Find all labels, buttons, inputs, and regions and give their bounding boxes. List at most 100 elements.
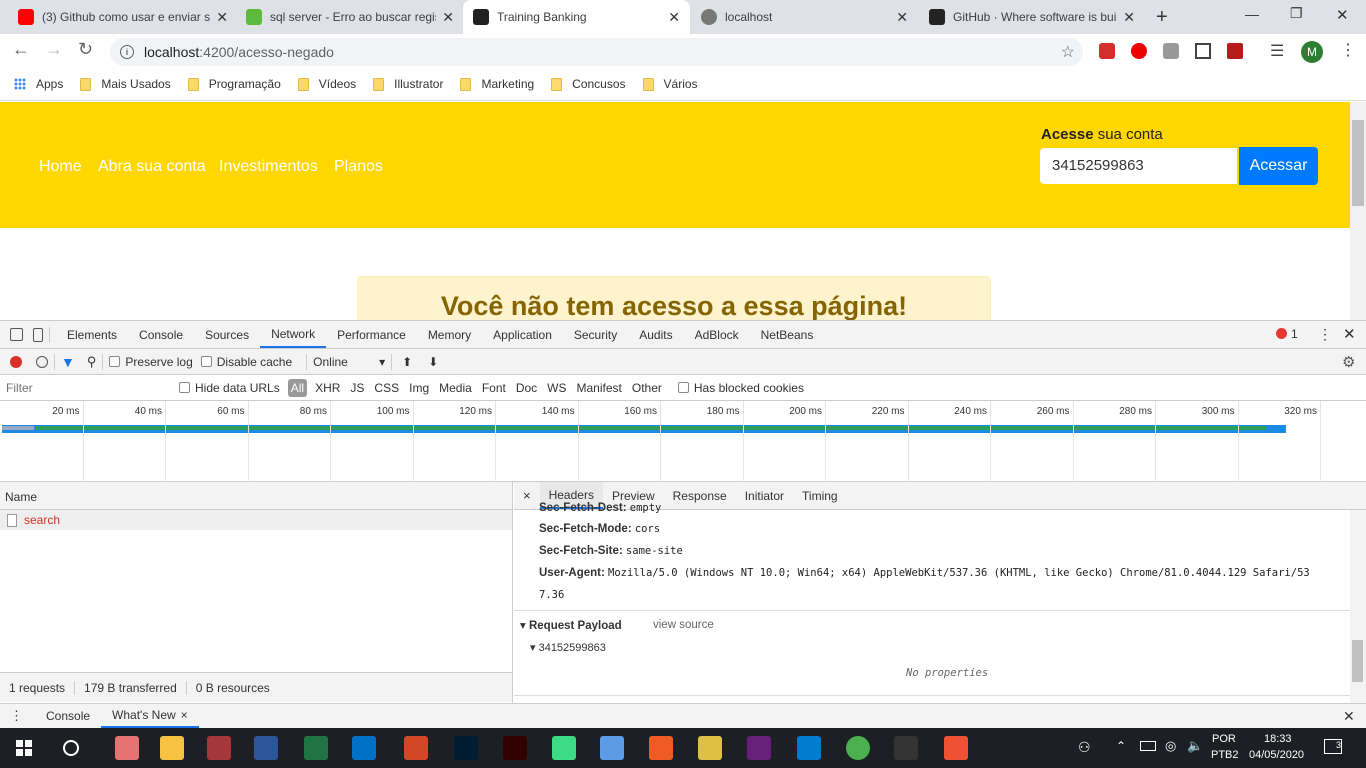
payload-tree-item[interactable]: ▾ 34152599863 (530, 641, 606, 654)
close-detail-icon[interactable]: × (514, 488, 540, 503)
network-timeline[interactable]: 20 ms 40 ms 60 ms 80 ms 100 ms 120 ms 140 ms 16… (0, 401, 1366, 482)
filter-type-xhr[interactable]: XHR (315, 381, 340, 395)
terminal-icon[interactable] (894, 736, 918, 760)
bookmark-folder[interactable]: Mais Usados (80, 77, 171, 91)
maximize-button[interactable]: ❐ (1290, 5, 1303, 22)
filter-type-manifest[interactable]: Manifest (577, 381, 622, 395)
devtools-tab-sources[interactable]: Sources (194, 321, 260, 348)
browser-tab[interactable]: (3) Github como usar e enviar s ✕ (8, 0, 238, 34)
bookmark-folder[interactable]: Programação (187, 77, 281, 91)
vscode-icon[interactable] (797, 736, 821, 760)
back-icon[interactable]: ← (12, 39, 30, 60)
devtools-tab-adblock[interactable]: AdBlock (684, 321, 750, 348)
filter-type-other[interactable]: Other (632, 381, 662, 395)
nav-abra-sua-conta[interactable]: Abra sua conta (98, 158, 206, 176)
filter-type-media[interactable]: Media (439, 381, 472, 395)
bookmark-folder[interactable]: Marketing (460, 77, 534, 91)
close-tab-icon[interactable]: ✕ (668, 9, 680, 26)
photoshop-icon[interactable] (454, 736, 478, 760)
close-tab-icon[interactable]: ✕ (216, 9, 228, 26)
import-har-icon[interactable]: ⬆ (402, 355, 412, 369)
browser-tab[interactable]: Training Banking ✕ (463, 0, 690, 34)
devtools-tab-audits[interactable]: Audits (628, 321, 683, 348)
close-tab-icon[interactable]: ✕ (896, 9, 908, 26)
device-toggle-icon[interactable] (33, 327, 43, 342)
access-icon[interactable] (207, 736, 231, 760)
language-indicator[interactable]: POR (1212, 733, 1236, 745)
devtools-menu-icon[interactable]: ⋮ (1318, 326, 1332, 343)
filter-type-font[interactable]: Font (482, 381, 506, 395)
record-icon[interactable] (10, 355, 22, 368)
word-icon[interactable] (254, 736, 278, 760)
apps-shortcut[interactable]: Apps (14, 77, 63, 91)
request-payload-section[interactable]: ▾ Request Payload (520, 618, 622, 632)
close-window-button[interactable]: ✕ (1336, 6, 1349, 24)
account-input[interactable]: 34152599863 (1040, 148, 1237, 184)
pdf-icon[interactable] (1227, 43, 1243, 59)
devtools-tab-security[interactable]: Security (563, 321, 628, 348)
filter-input[interactable] (2, 377, 167, 398)
notifications-icon[interactable]: 3 (1324, 739, 1342, 754)
devtools-tab-application[interactable]: Application (482, 321, 563, 348)
filter-type-css[interactable]: CSS (374, 381, 399, 395)
devtools-tab-console[interactable]: Console (128, 321, 194, 348)
detail-scrollbar[interactable] (1350, 510, 1366, 703)
inspect-icon[interactable] (10, 328, 23, 341)
page-scrollbar[interactable] (1350, 102, 1366, 320)
chrome-icon[interactable] (846, 736, 870, 760)
settings-gear-icon[interactable]: ⚙ (1342, 353, 1355, 371)
bookmark-star-icon[interactable]: ☆ (1061, 42, 1075, 62)
volume-icon[interactable]: 🔈 (1187, 738, 1203, 754)
clock-time[interactable]: 18:33 (1264, 733, 1292, 745)
error-count[interactable]: 1 (1291, 327, 1298, 341)
preserve-log-checkbox[interactable] (109, 356, 121, 367)
people-icon[interactable]: ⚇ (1078, 739, 1091, 756)
drawer-close-icon[interactable]: ✕ (1343, 708, 1355, 725)
detail-tab-initiator[interactable]: Initiator (736, 482, 793, 509)
bookmark-folder[interactable]: Vídeos (297, 77, 356, 91)
start-icon[interactable] (16, 740, 32, 756)
wifi-icon[interactable]: ◎ (1165, 738, 1176, 754)
android-studio-icon[interactable] (552, 736, 576, 760)
illustrator-icon[interactable] (503, 736, 527, 760)
filter-type-all[interactable]: All (287, 378, 308, 397)
filter-type-img[interactable]: Img (409, 381, 429, 395)
devtools-tab-elements[interactable]: Elements (56, 321, 128, 348)
file-explorer-icon[interactable] (160, 736, 184, 760)
virtualbox-icon[interactable] (600, 736, 624, 760)
drawer-tab-console[interactable]: Console (35, 704, 101, 728)
name-column-header[interactable]: Name (0, 482, 512, 510)
bookmark-folder[interactable]: Concusos (551, 77, 626, 91)
search-icon[interactable]: ⚲ (87, 354, 97, 370)
address-bar[interactable]: i localhost:4200/acesso-negado ☆ (110, 38, 1083, 66)
media-control-icon[interactable]: ☰ (1270, 41, 1284, 61)
outlook-icon[interactable] (352, 736, 376, 760)
git-icon[interactable] (944, 736, 968, 760)
menu-icon[interactable]: ⋮ (1340, 40, 1356, 60)
visual-studio-icon[interactable] (747, 736, 771, 760)
error-icon[interactable] (1276, 328, 1287, 339)
devtools-tab-memory[interactable]: Memory (417, 321, 482, 348)
close-tab-icon[interactable]: ✕ (442, 9, 454, 26)
filter-type-doc[interactable]: Doc (516, 381, 537, 395)
detail-tab-timing[interactable]: Timing (793, 482, 847, 509)
excel-icon[interactable] (304, 736, 328, 760)
bookmark-folder[interactable]: Illustrator (373, 77, 443, 91)
scrollbar-thumb[interactable] (1352, 120, 1364, 206)
filter-type-ws[interactable]: WS (547, 381, 566, 395)
adblock-icon[interactable] (1131, 43, 1147, 59)
extension-cube-icon[interactable] (1163, 43, 1179, 59)
powerpoint-icon[interactable] (404, 736, 428, 760)
nav-investimentos[interactable]: Investimentos (219, 158, 318, 176)
request-row[interactable]: search (0, 510, 512, 530)
close-tab-icon[interactable]: ✕ (1123, 9, 1135, 26)
battery-icon[interactable] (1140, 741, 1156, 751)
view-source-link[interactable]: view source (653, 619, 714, 631)
acessar-button[interactable]: Acessar (1239, 147, 1318, 185)
profile-avatar[interactable]: M (1301, 41, 1323, 63)
nav-planos[interactable]: Planos (334, 158, 383, 176)
hide-data-urls-checkbox[interactable] (179, 382, 190, 393)
clock-date[interactable]: 04/05/2020 (1249, 749, 1304, 761)
tray-chevron-icon[interactable]: ⌃ (1116, 739, 1126, 753)
devtools-close-icon[interactable]: ✕ (1343, 325, 1356, 343)
